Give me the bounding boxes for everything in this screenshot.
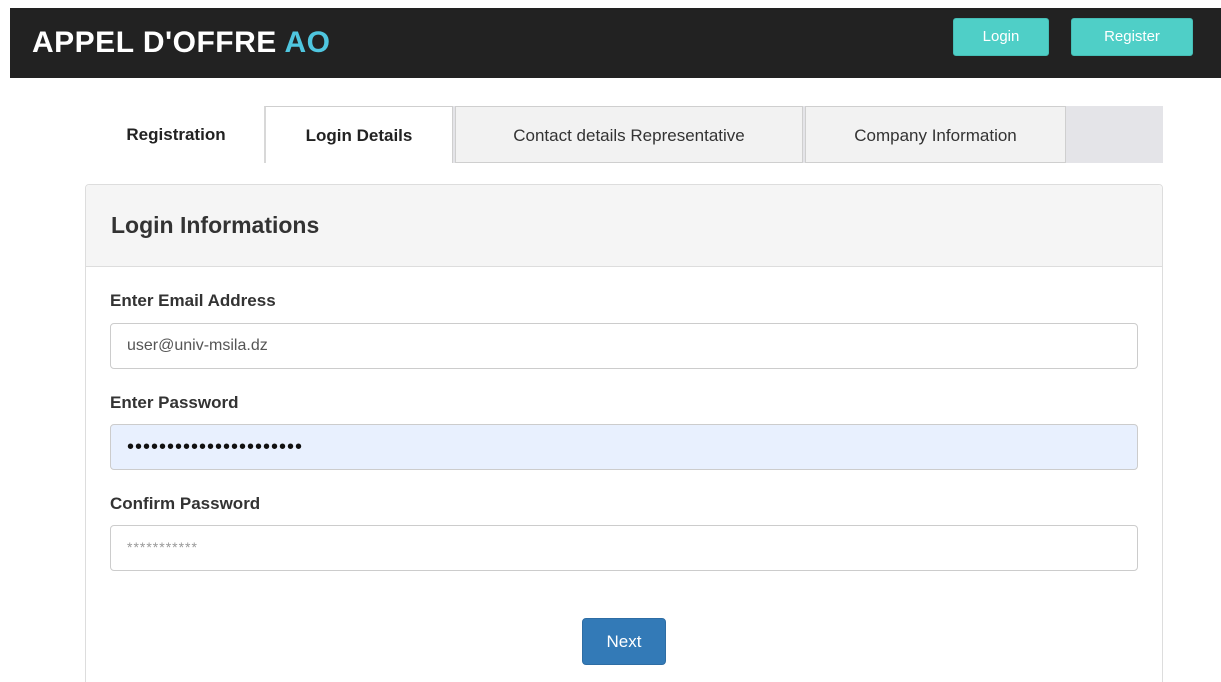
navbar: APPEL D'OFFRE AO Login Register [10, 8, 1221, 78]
email-label: Enter Email Address [110, 291, 276, 310]
brand-accent-text: AO [284, 26, 331, 59]
password-label: Enter Password [110, 393, 239, 412]
next-button[interactable]: Next [582, 618, 666, 665]
register-button[interactable]: Register [1071, 18, 1193, 56]
brand-logo[interactable]: APPEL D'OFFRE AO [32, 26, 331, 60]
login-info-panel: Login Informations Enter Email Address E… [85, 184, 1163, 682]
tab-contact-details-representative[interactable]: Contact details Representative [455, 106, 803, 163]
brand-main-text: APPEL D'OFFRE [32, 26, 285, 59]
tab-company-information[interactable]: Company Information [805, 106, 1066, 163]
registration-tabs: Registration Login Details Contact detai… [88, 106, 1163, 163]
password-input[interactable] [110, 424, 1138, 470]
panel-heading: Login Informations [86, 185, 1162, 267]
email-input[interactable] [110, 323, 1138, 369]
panel-title: Login Informations [111, 212, 320, 238]
tab-registration: Registration [88, 106, 264, 163]
confirm-password-label: Confirm Password [110, 494, 261, 513]
page: APPEL D'OFFRE AO Login Register Registra… [0, 0, 1221, 682]
tab-login-details[interactable]: Login Details [264, 106, 453, 163]
confirm-password-input[interactable] [110, 525, 1138, 571]
login-button[interactable]: Login [953, 18, 1049, 56]
